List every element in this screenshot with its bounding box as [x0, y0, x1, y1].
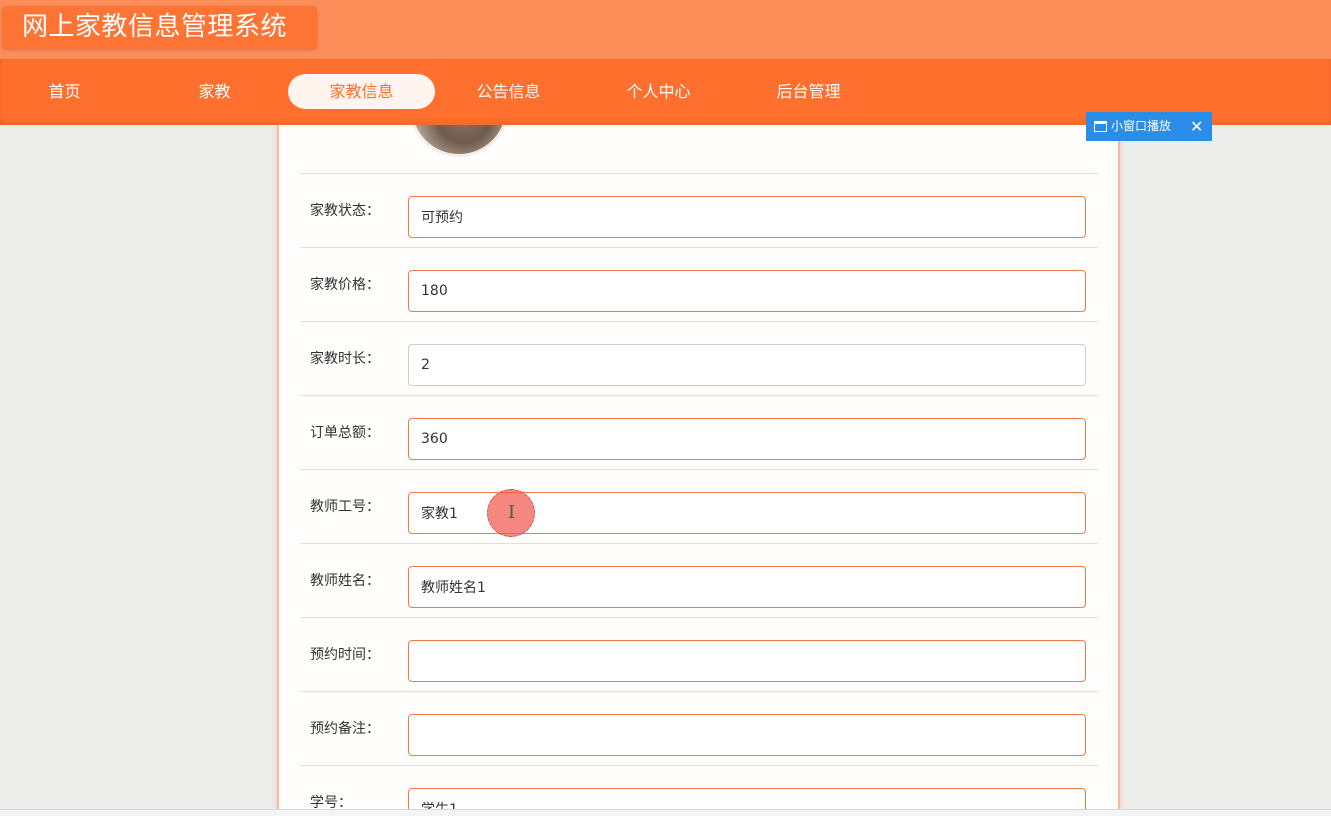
top-header: 网上家教信息管理系统 — [0, 0, 1331, 59]
form-row-teacher-id: 教师工号： — [300, 469, 1098, 543]
mini-window-icon — [1094, 121, 1107, 132]
form-row-student-id: 学号： — [300, 765, 1098, 810]
input-student-id[interactable] — [408, 788, 1086, 810]
close-icon[interactable]: ✕ — [1190, 112, 1203, 141]
input-duration[interactable] — [408, 344, 1086, 386]
nav-item-tutor[interactable]: 家教 — [141, 74, 288, 109]
label-teacher-id: 教师工号： — [310, 499, 380, 515]
label-teacher-name: 教师姓名： — [310, 573, 380, 589]
input-status[interactable] — [408, 196, 1086, 238]
nav-item-admin[interactable]: 后台管理 — [735, 74, 882, 109]
tutor-avatar — [409, 125, 509, 157]
form-row-total: 订单总额： — [300, 395, 1098, 469]
input-price[interactable] — [408, 270, 1086, 312]
mini-window-label[interactable]: 小窗口播放 — [1111, 112, 1171, 141]
input-teacher-id[interactable] — [408, 492, 1086, 534]
form-row-teacher-name: 教师姓名： — [300, 543, 1098, 617]
label-price: 家教价格： — [310, 277, 380, 293]
label-duration: 家教时长： — [310, 351, 380, 367]
site-title: 网上家教信息管理系统 — [2, 6, 317, 49]
mini-window-overlay[interactable]: 小窗口播放 ✕ — [1086, 112, 1212, 141]
label-booking-time: 预约时间： — [310, 647, 380, 663]
input-booking-note[interactable] — [408, 714, 1086, 756]
detail-form-card: 家教状态： 家教价格： 家教时长： 订单总额： 教师工号： 教师姓名： 预约时间… — [277, 125, 1120, 810]
nav-item-tutor-info[interactable]: 家教信息 — [288, 74, 435, 109]
form-row-price: 家教价格： — [300, 247, 1098, 321]
input-teacher-name[interactable] — [408, 566, 1086, 608]
form-row-booking-note: 预约备注： — [300, 691, 1098, 765]
nav-item-personal-center[interactable]: 个人中心 — [585, 74, 732, 109]
input-total[interactable] — [408, 418, 1086, 460]
nav-item-home[interactable]: 首页 — [0, 74, 138, 109]
status-strip — [0, 809, 1331, 816]
form-row-booking-time: 预约时间： — [300, 617, 1098, 691]
form-row-duration: 家教时长： — [300, 321, 1098, 395]
label-total: 订单总额： — [310, 425, 380, 441]
label-booking-note: 预约备注： — [310, 721, 380, 737]
label-student-id: 学号： — [310, 795, 352, 810]
input-booking-time[interactable] — [408, 640, 1086, 682]
nav-item-announcements[interactable]: 公告信息 — [435, 74, 582, 109]
label-status: 家教状态： — [310, 203, 380, 219]
form-row-status: 家教状态： — [300, 173, 1098, 247]
